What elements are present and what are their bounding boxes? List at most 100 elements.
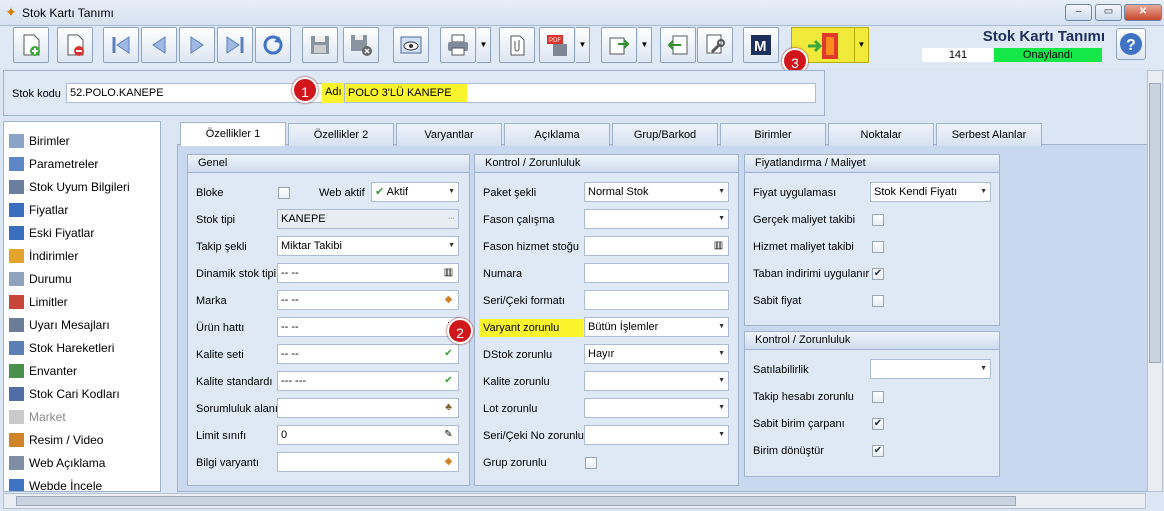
dinamik-field[interactable]: -- -- ▥ <box>277 263 459 283</box>
tools-button[interactable] <box>697 27 733 63</box>
tab-noktalar[interactable]: Noktalar <box>828 123 934 146</box>
vertical-scrollbar[interactable] <box>1147 70 1163 492</box>
numara-input[interactable] <box>584 263 729 283</box>
exit-dropdown[interactable]: ▼ <box>855 27 869 63</box>
people-icon[interactable]: ♣ <box>442 402 455 414</box>
export-dropdown[interactable]: ▼ <box>638 27 652 63</box>
barcode-icon[interactable]: ▥ <box>712 240 725 252</box>
close-button[interactable]: ✕ <box>1124 4 1162 21</box>
pdf-dropdown[interactable]: ▼ <box>576 27 590 63</box>
refresh-button[interactable] <box>255 27 291 63</box>
stock-code-input[interactable]: 52.POLO.KANEPE <box>66 83 324 103</box>
export-button[interactable] <box>601 27 637 63</box>
quality-check-icon[interactable]: ✔ <box>442 375 455 387</box>
barcode-icon[interactable]: ▥ <box>442 267 455 279</box>
dstok-select[interactable]: Hayır ▼ <box>584 344 729 364</box>
pdf-save-button[interactable]: PDF <box>539 27 575 63</box>
bilgi-label: Bilgi varyantı <box>196 457 259 469</box>
web-aktif-select[interactable]: ✔ Aktif ▼ <box>371 182 459 202</box>
tab-aciklama[interactable]: Açıklama <box>504 123 610 146</box>
save-button[interactable] <box>302 27 338 63</box>
sidebar-item-stok-cari[interactable]: Stok Cari Kodları <box>9 384 120 404</box>
sidebar-item-durumu[interactable]: Durumu <box>9 269 72 289</box>
sidebar-item-envanter[interactable]: Envanter <box>9 361 77 381</box>
kalite-label: Kalite zorunlu <box>483 376 550 388</box>
paket-select[interactable]: Normal Stok ▼ <box>584 182 729 202</box>
horizontal-scrollbar[interactable] <box>3 493 1146 509</box>
next-record-button[interactable] <box>179 27 215 63</box>
first-record-button[interactable] <box>103 27 139 63</box>
scroll-thumb[interactable] <box>16 496 1016 506</box>
last-record-button[interactable] <box>217 27 253 63</box>
kalite-seti-field[interactable]: -- -- ✔ <box>277 344 459 364</box>
tab-birimler[interactable]: Birimler <box>720 123 826 146</box>
print-button[interactable] <box>440 27 476 63</box>
print-dropdown[interactable]: ▼ <box>477 27 491 63</box>
new-record-button[interactable] <box>13 27 49 63</box>
sidebar-item-birimler[interactable]: Birimler <box>9 131 70 151</box>
lot-select[interactable]: ▼ <box>584 398 729 418</box>
sidebar-item-web-aciklama[interactable]: Web Açıklama <box>9 453 105 473</box>
help-button[interactable]: ? <box>1116 28 1146 60</box>
sabit-fiyat-checkbox[interactable] <box>872 295 884 307</box>
grup-checkbox[interactable] <box>585 457 597 469</box>
takip-select[interactable]: Miktar Takibi ▼ <box>277 236 459 256</box>
last-icon <box>226 36 244 54</box>
tab-grup-barkod[interactable]: Grup/Barkod <box>612 123 718 146</box>
kalite-select[interactable]: ▼ <box>584 371 729 391</box>
quality-check-icon[interactable]: ✔ <box>442 348 455 360</box>
taban-checkbox[interactable]: ✔ <box>872 268 884 280</box>
birim-donustur-checkbox[interactable]: ✔ <box>872 445 884 457</box>
maximize-button[interactable]: ▭ <box>1095 4 1122 21</box>
tag-icon[interactable]: ◆ <box>442 294 455 306</box>
import-button[interactable] <box>660 27 696 63</box>
fason-select[interactable]: ▼ <box>584 209 729 229</box>
stock-name-input[interactable]: POLO 3'LÜ KANEPE <box>344 83 816 103</box>
scroll-thumb[interactable] <box>1149 83 1161 363</box>
sidebar-item-stok-hareketleri[interactable]: Stok Hareketleri <box>9 338 114 358</box>
gercek-checkbox[interactable] <box>872 214 884 226</box>
new-file-icon <box>23 34 40 56</box>
marka-field[interactable]: -- -- ◆ <box>277 290 459 310</box>
minimize-button[interactable]: – <box>1065 4 1092 21</box>
m-module-button[interactable]: M <box>743 27 779 63</box>
sidebar-item-parametreler[interactable]: Parametreler <box>9 154 98 174</box>
edit-icon[interactable]: ✎ <box>442 429 455 441</box>
limit-field[interactable]: 0 ✎ <box>277 425 459 445</box>
varyant-select[interactable]: Bütün İşlemler ▼ <box>584 317 729 337</box>
fiyat-uygulama-select[interactable]: Stok Kendi Fiyatı ▼ <box>870 182 991 202</box>
sidebar-item-webde-incele[interactable]: Webde İncele <box>9 476 102 491</box>
delete-record-button[interactable] <box>57 27 93 63</box>
sidebar-item-indirimler[interactable]: İndirimler <box>9 246 78 266</box>
preview-button[interactable] <box>393 27 429 63</box>
bilgi-field[interactable]: ◆ <box>277 452 459 472</box>
stok-tipi-field[interactable]: KANEPE ··· <box>277 209 459 229</box>
sidebar-item-limitler[interactable]: Limitler <box>9 292 68 312</box>
tab-serbest-alanlar[interactable]: Serbest Alanlar <box>936 123 1042 146</box>
kalite-std-field[interactable]: --- --- ✔ <box>277 371 459 391</box>
seri-no-select[interactable]: ▼ <box>584 425 729 445</box>
sorumluluk-field[interactable]: ♣ <box>277 398 459 418</box>
tab-ozellikler-2[interactable]: Özellikler 2 <box>288 123 394 146</box>
hizmet-checkbox[interactable] <box>872 241 884 253</box>
sabit-birim-checkbox[interactable]: ✔ <box>872 418 884 430</box>
previous-record-button[interactable] <box>141 27 177 63</box>
tag-icon[interactable]: ◆ <box>442 456 455 468</box>
seri-format-input[interactable] <box>584 290 729 310</box>
attach-button[interactable] <box>499 27 535 63</box>
takip-hesabi-checkbox[interactable] <box>872 391 884 403</box>
fason-hizmet-field[interactable]: ▥ <box>584 236 729 256</box>
bloke-checkbox[interactable] <box>278 187 290 199</box>
tab-ozellikler-1[interactable]: Özellikler 1 <box>180 122 286 146</box>
urun-hatti-field[interactable]: -- --⋮ <box>277 317 459 337</box>
sidebar-item-uyari[interactable]: Uyarı Mesajları <box>9 315 110 335</box>
satilabilirlik-select[interactable]: ▼ <box>870 359 991 379</box>
sidebar-item-stok-uyum[interactable]: Stok Uyum Bilgileri <box>9 177 130 197</box>
form-title: Stok Kartı Tanımı <box>982 28 1105 45</box>
sidebar-item-fiyatlar[interactable]: Fiyatlar <box>9 200 68 220</box>
tab-varyantlar[interactable]: Varyantlar <box>396 123 502 146</box>
sidebar-item-resim[interactable]: Resim / Video <box>9 430 103 450</box>
sidebar-item-market[interactable]: Market <box>9 407 66 427</box>
sidebar-item-eski-fiyatlar[interactable]: Eski Fiyatlar <box>9 223 94 243</box>
save-cancel-button[interactable] <box>343 27 379 63</box>
